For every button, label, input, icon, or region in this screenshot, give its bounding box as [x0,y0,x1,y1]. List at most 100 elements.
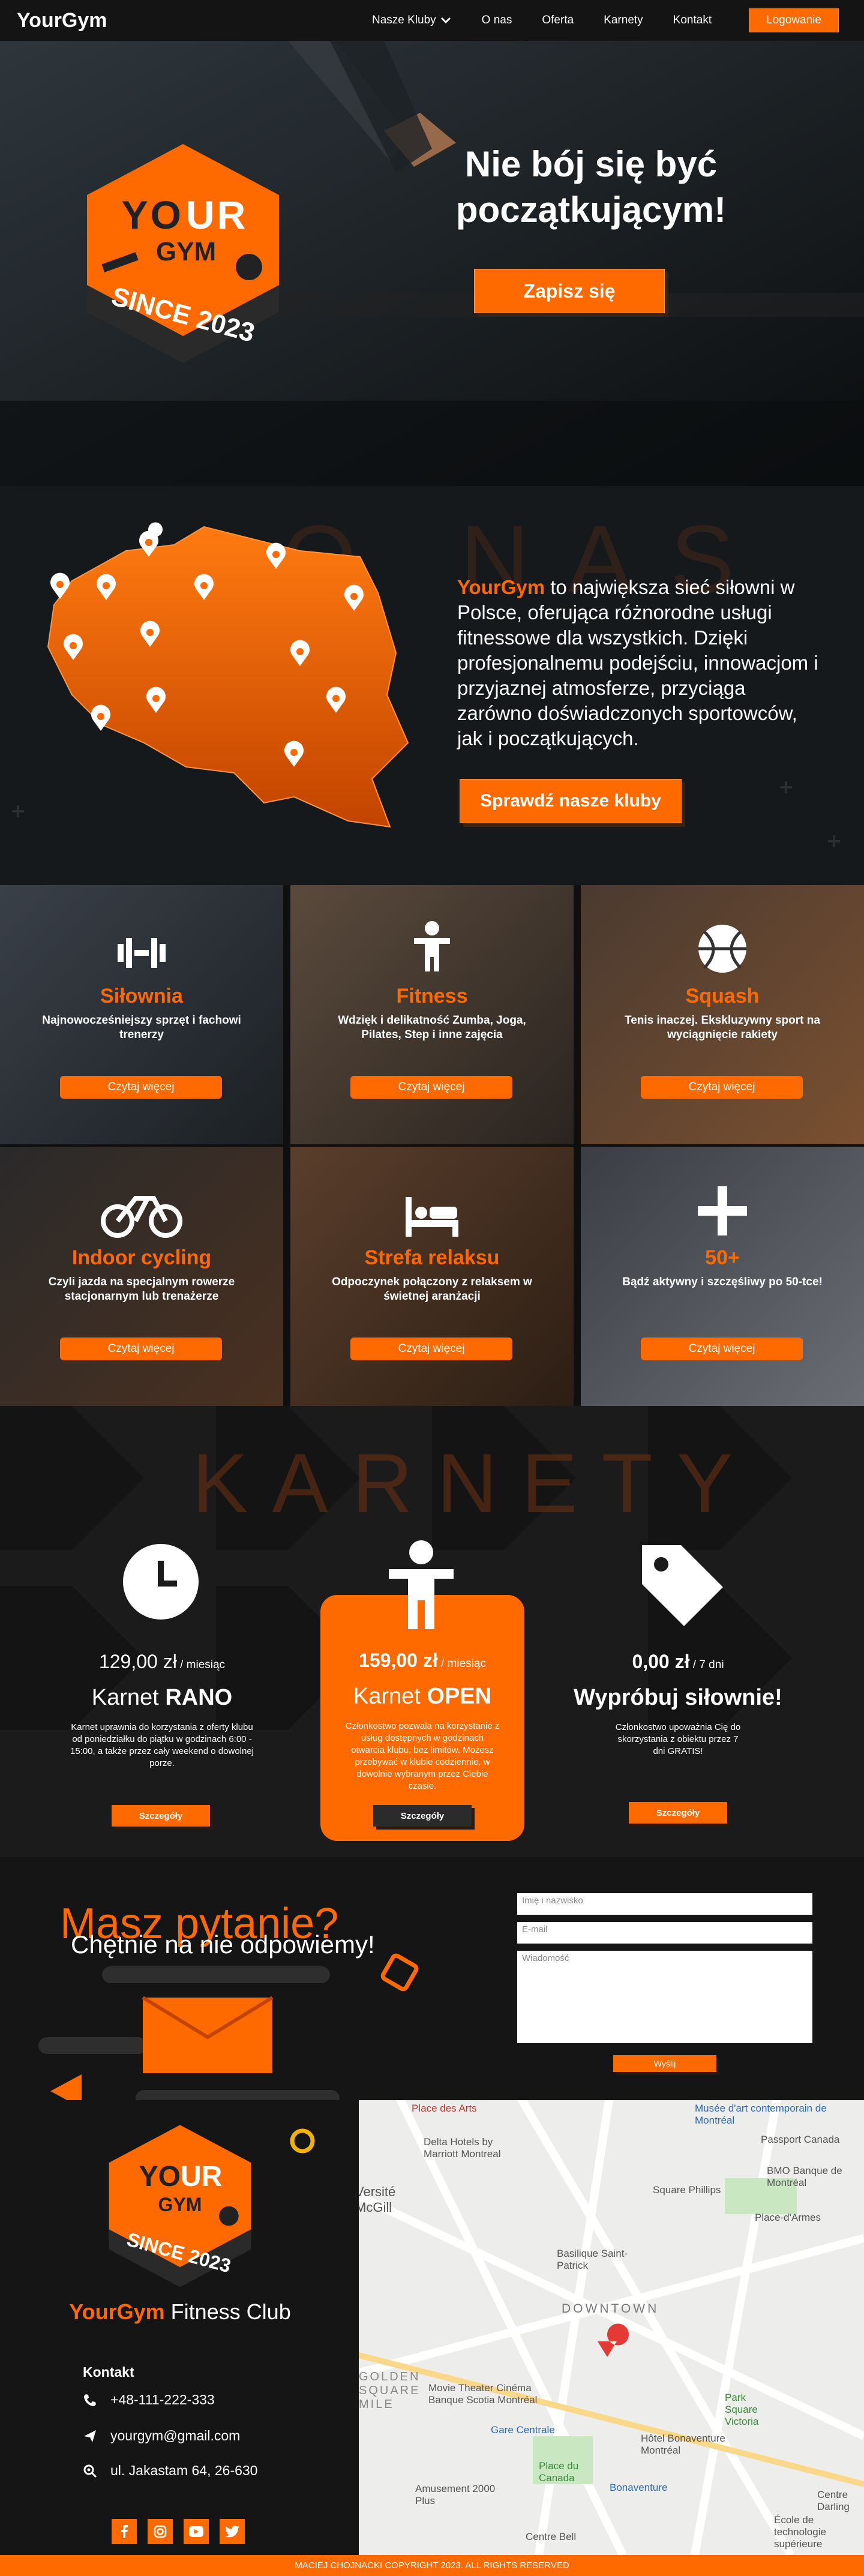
copyright-bar: MACIEJ CHOJNACKI COPYRIGHT 2023. ALL RIG… [0,2555,864,2576]
read-more-button[interactable]: Czytaj więcej [60,1338,222,1360]
main-menu: Nasze Kluby O nas Oferta Karnety Kontakt [372,0,742,41]
submit-button[interactable]: Wyślij [613,2055,716,2072]
footer-logo: YOUR GYM SINCE 2023 [102,2121,258,2298]
map-label: Place du Canada [539,2460,579,2484]
tile-desc: Czyli jazda na specjalnym rowerze stacjo… [48,1276,235,1303]
footer-club-name: YourGym Fitness Club [69,2299,291,2324]
map-label: GOLDEN SQUARE MILE [359,2370,421,2411]
brand-logo-text[interactable]: YourGym [17,9,107,32]
bed-icon [406,1197,458,1237]
plan-name: Karnet OPEN [353,1684,492,1709]
map-label: Park Square Victoria [725,2392,759,2427]
nav-item-oferta[interactable]: Oferta [542,14,574,27]
tile-squash[interactable]: Squash Tenis inaczej. Ekskluzywny sport … [581,885,864,1144]
tile-title: Strefa relaksu [364,1246,500,1269]
tile-title: Siłownia [100,985,183,1007]
signup-button[interactable]: Zapisz się [474,269,665,313]
bicycle-icon [101,1196,182,1238]
map-pin-dot [290,749,298,756]
read-more-button[interactable]: Czytaj więcej [350,1338,512,1360]
instagram-button[interactable] [148,2519,173,2544]
map-label: Bonaventure [610,2482,668,2493]
map-label: DOWNTOWN [562,2302,659,2316]
plan-trial: 0,00 zł / 7 dni Wypróbuj siłownie! Człon… [564,1651,792,1758]
tile-title: Fitness [396,985,468,1007]
footer-phone: +48-111-222-333 [83,2392,215,2408]
contact-decoration [38,1953,419,2100]
tile-relaks[interactable]: Strefa relaksu Odpoczynek połączony z re… [290,1147,574,1406]
logo-text-your: YOUR [139,2161,223,2193]
map-label: École de technologie supérieure [774,2514,826,2550]
map-label: Amusement 2000 Plus [415,2483,496,2506]
email-input[interactable]: E-mail [517,1922,812,1944]
map-pin-dot [70,642,77,649]
map-pin-dot [97,713,104,720]
nav-item-kluby[interactable]: Nasze Kluby [372,14,452,27]
poland-map-icon [47,522,409,828]
tile-desc: Wdzięk i delikatność Zumba, Joga, Pilate… [338,1014,526,1041]
phone-icon [84,2394,96,2406]
chevron-down-icon [440,17,451,24]
plan-price: 0,00 zł / 7 dni [632,1651,724,1672]
hero-section: YOUR GYM SINCE 2023 Nie bój się być pocz… [0,41,864,486]
read-more-button[interactable]: Czytaj więcej [641,1076,803,1099]
map-pin-dot [103,582,110,589]
read-more-button[interactable]: Czytaj więcej [641,1338,803,1360]
map-label: Musée d'art contemporain de Montréal [695,2103,827,2126]
details-button[interactable]: Szczegóły [112,1805,210,1827]
squash-ball-icon [698,925,746,973]
footer: YOUR GYM SINCE 2023 YourGym Fitness Club… [0,2100,864,2555]
barbell-icon [118,938,166,968]
map-pin-dot [56,581,64,588]
map-pin-dot [332,695,340,702]
details-button[interactable]: Szczegóły [629,1802,727,1824]
youtube-icon [189,2526,203,2537]
map-label: Place-d'Armes [755,2212,821,2223]
plan-desc: Członkostwo upoważnia Cię do skorzystani… [615,1722,741,1756]
message-textarea[interactable]: Wiadomość [517,1951,812,2043]
map-label: Hôtel Bonaventure Montréal [641,2433,725,2456]
clock-icon [123,1544,199,1620]
facebook-button[interactable] [112,2519,137,2544]
plan-price: 159,00 zł / miesiąc [359,1650,486,1671]
gym-logo: YOUR GYM SINCE 2023 [78,138,288,378]
nav-item-karnety[interactable]: Karnety [604,14,643,27]
tile-50plus[interactable]: 50+ Bądź aktywny i szczęśliwy po 50-tce!… [581,1147,864,1406]
tile-title: 50+ [705,1246,740,1269]
tile-silownia[interactable]: Siłownia Najnowocześniejszy sprzęt i fac… [0,885,283,1144]
location-map[interactable]: Place des Arts Musée d'art contemporain … [359,2100,864,2555]
name-input[interactable]: Imię i nazwisko [517,1893,812,1915]
tile-title: Indoor cycling [71,1246,212,1269]
youtube-button[interactable] [184,2519,209,2544]
person-icon [414,921,450,971]
tile-cycling[interactable]: Indoor cycling Czyli jazda na specjalnym… [0,1147,283,1406]
read-more-button[interactable]: Czytaj więcej [60,1076,222,1099]
tile-title: Squash [685,985,760,1007]
footer-contact-heading: Kontakt [83,2364,134,2380]
karnety-watermark: KARNETY [192,1436,757,1530]
logo-text-gym: GYM [158,2194,202,2215]
details-button[interactable]: Szczegóły [373,1805,472,1827]
about-section: O NAS YourGym to największa sieć siłowni… [0,486,864,885]
read-more-button[interactable]: Czytaj więcej [350,1076,512,1099]
tile-fitness[interactable]: Fitness Wdzięk i delikatność Zumba, Joga… [290,885,574,1144]
map-label: Place des Arts [412,2103,477,2114]
plan-rano: 129,00 zł / miesiąc Karnet RANO Karnet u… [48,1651,276,1770]
nav-item-kontakt[interactable]: Kontakt [673,14,712,27]
twitter-button[interactable] [220,2519,245,2544]
plan-desc: Członkostwo pozwala na korzystanie z usł… [345,1721,500,1791]
nav-item-o-nas[interactable]: O nas [482,14,512,27]
login-button[interactable]: Logowanie [749,8,839,32]
tag-icon [642,1545,723,1626]
person-icon [389,1540,454,1629]
footer-email[interactable]: yourgym@gmail.com [83,2428,240,2444]
map-label: Centre Darling [817,2489,850,2512]
map-pin-dot [296,648,304,655]
instagram-icon [154,2525,167,2538]
logo-text-gym: GYM [155,237,217,266]
map-pin-dot [200,582,208,589]
clubs-button[interactable]: Sprawdź nasze kluby [460,779,682,823]
map-label: BMO Banque de Montréal [767,2165,842,2188]
map-pin-dot [152,695,160,702]
tile-desc: Tenis inaczej. Ekskluzywny sport na wyci… [625,1014,820,1041]
